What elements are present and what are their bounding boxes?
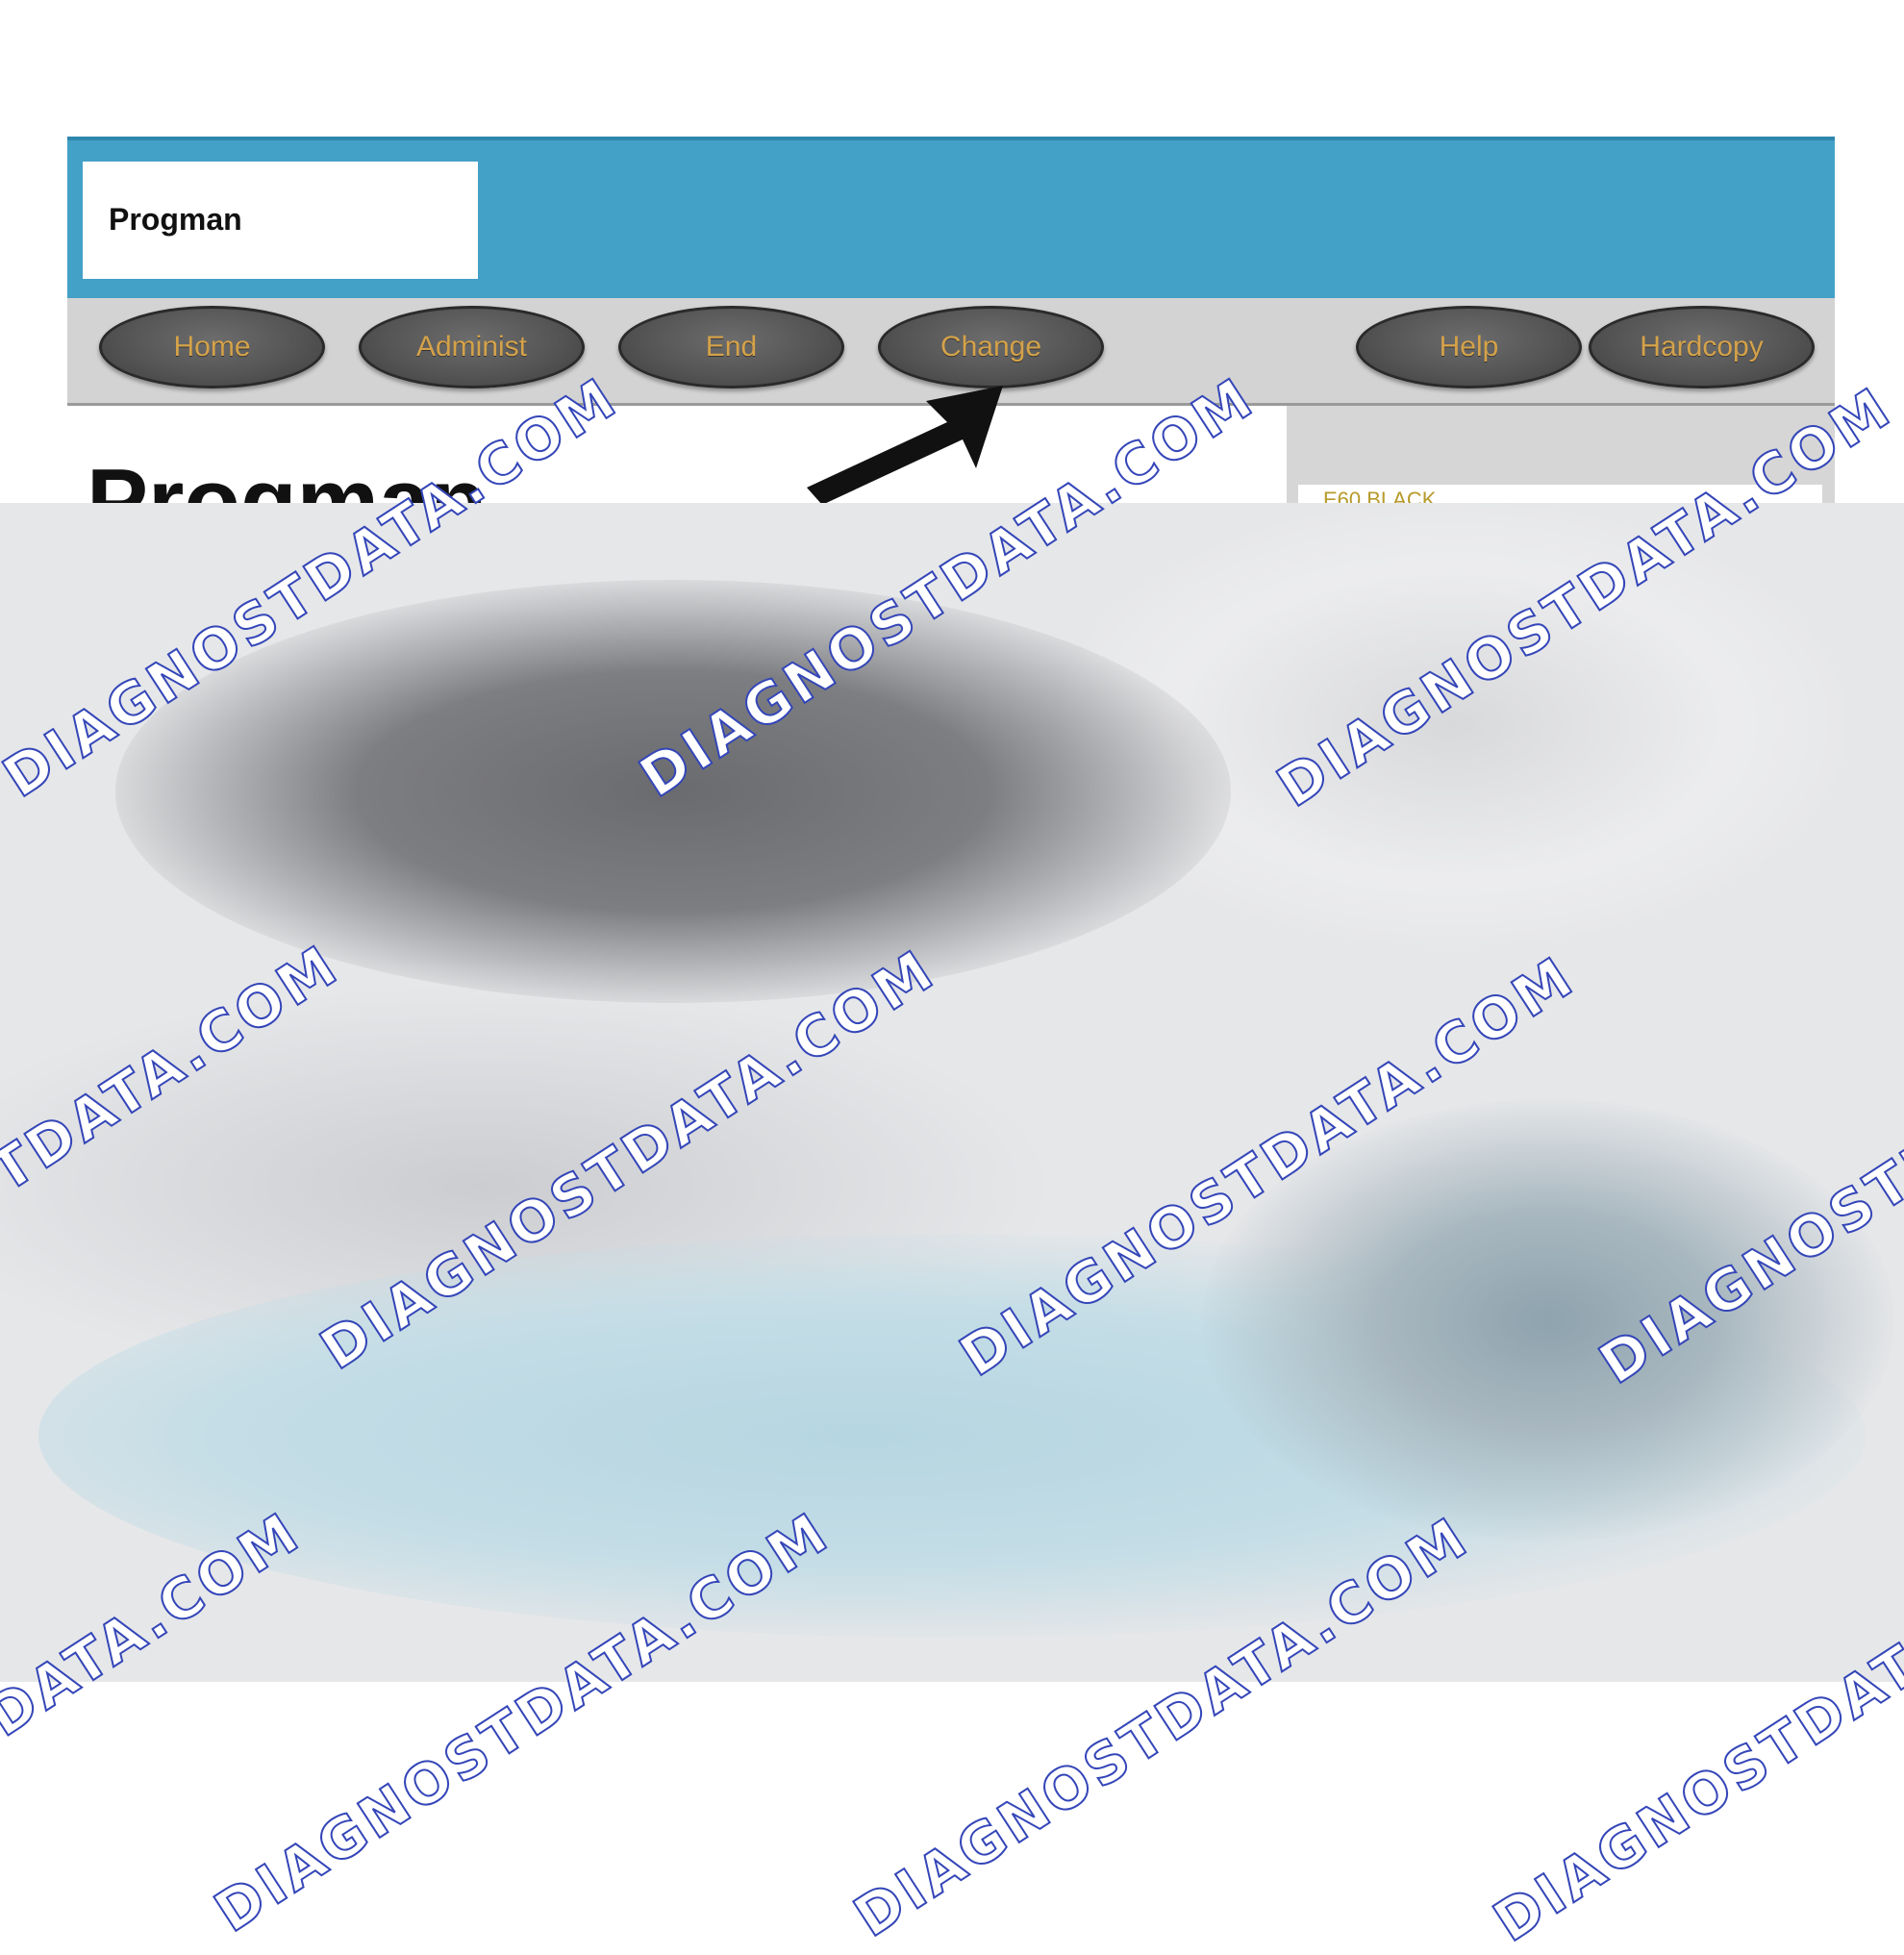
logo-text: Progman	[109, 202, 242, 237]
help-button-label: Help	[1439, 331, 1499, 363]
administ-button[interactable]: Administ	[359, 306, 585, 388]
administ-button-label: Administ	[415, 331, 528, 363]
hardcopy-button[interactable]: Hardcopy	[1589, 306, 1815, 388]
change-button[interactable]: Change	[878, 306, 1104, 388]
progman-window: Progman Home Administ End Change Help Ha…	[67, 137, 1835, 548]
pointer-arrow-icon	[807, 386, 1003, 505]
end-button[interactable]: End	[618, 306, 844, 388]
blurred-region	[0, 503, 1904, 1682]
end-button-label: End	[705, 331, 758, 363]
logo-box: Progman	[83, 162, 478, 279]
hardcopy-button-label: Hardcopy	[1640, 331, 1764, 363]
home-button-label: Home	[173, 331, 251, 363]
change-button-label: Change	[939, 331, 1042, 363]
home-button[interactable]: Home	[99, 306, 325, 388]
header-bar: Progman	[67, 137, 1835, 298]
help-button[interactable]: Help	[1356, 306, 1582, 388]
